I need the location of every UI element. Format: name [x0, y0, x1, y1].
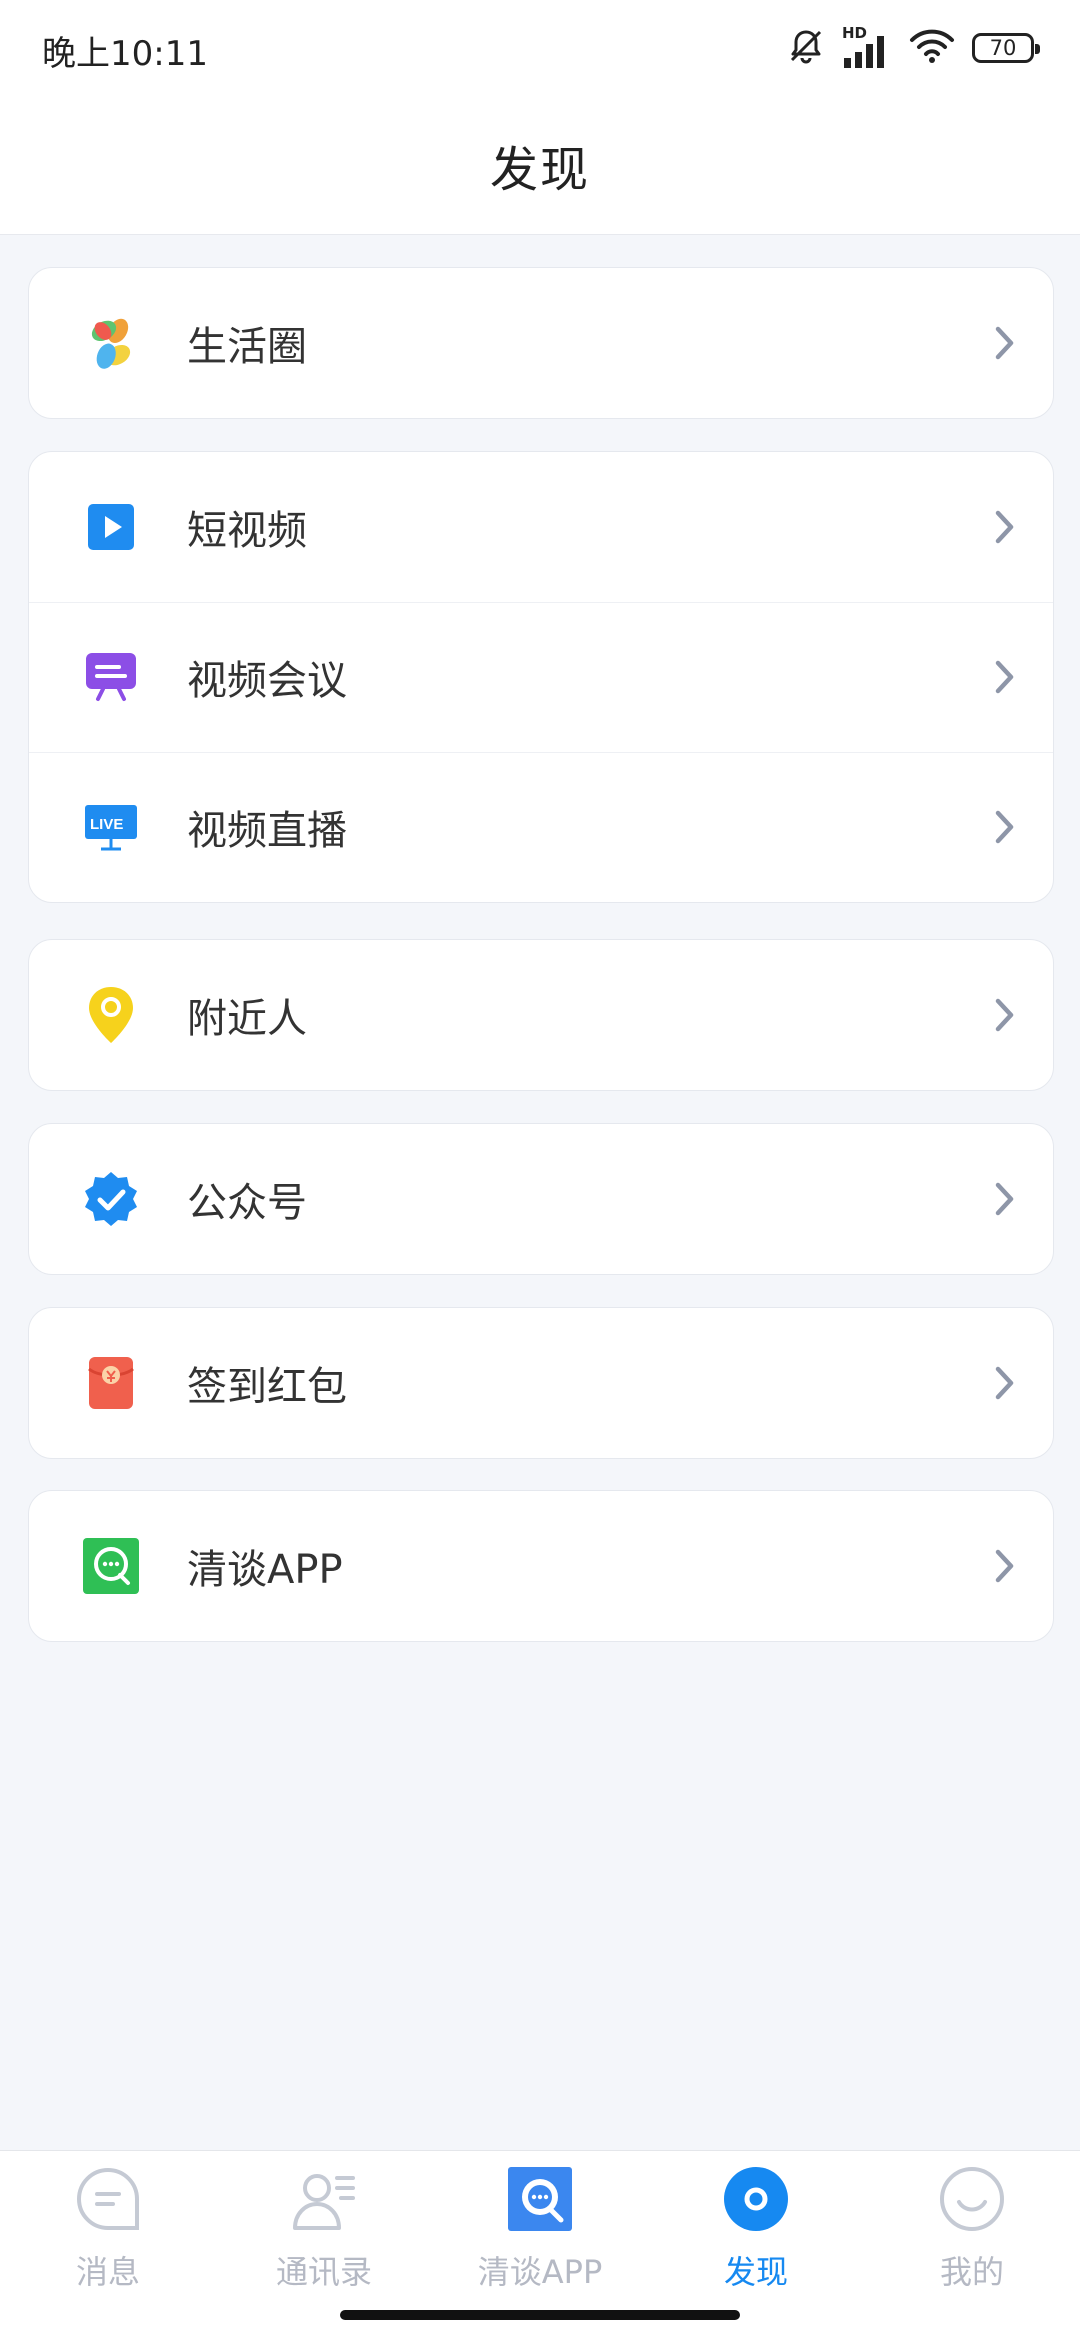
menu-item-short-video[interactable]: 短视频 — [29, 452, 1053, 602]
play-icon — [81, 497, 141, 557]
menu-item-qingtan-app[interactable]: 清谈APP — [29, 1491, 1053, 1641]
contacts-icon — [290, 2165, 358, 2233]
tab-label: 通讯录 — [275, 2253, 372, 2291]
chevron-right-icon — [985, 995, 1025, 1035]
menu-group-red-envelope: 签到红包 — [28, 1307, 1054, 1459]
menu-item-label: 视频会议 — [187, 658, 347, 704]
chevron-right-icon — [985, 1179, 1025, 1219]
status-icons: HD 70 — [786, 24, 1040, 72]
home-indicator[interactable] — [340, 2310, 740, 2320]
chat-bubble-icon — [81, 1536, 141, 1596]
status-bar: 晚上10:11 HD 70 — [0, 0, 1080, 96]
red-envelope-icon — [81, 1353, 141, 1413]
menu-item-label: 公众号 — [187, 1180, 307, 1226]
menu-item-official-accounts[interactable]: 公众号 — [29, 1124, 1053, 1274]
tab-label: 发现 — [723, 2253, 788, 2291]
battery-level: 70 — [989, 36, 1017, 60]
menu-group-video: 短视频 视频会议 LIVE 视频直播 — [28, 451, 1054, 903]
chevron-right-icon — [985, 323, 1025, 363]
menu-item-label: 短视频 — [187, 508, 307, 554]
tab-messages[interactable]: 消息 — [38, 2165, 178, 2315]
battery-icon: 70 — [972, 33, 1040, 63]
menu-item-label: 附近人 — [187, 996, 307, 1042]
chevron-right-icon — [985, 1363, 1025, 1403]
tab-discover[interactable]: 发现 — [686, 2165, 826, 2315]
menu-group-nearby: 附近人 — [28, 939, 1054, 1091]
menu-item-checkin-red-envelope[interactable]: 签到红包 — [29, 1308, 1053, 1458]
signal-icon: HD — [842, 24, 892, 70]
chevron-right-icon — [985, 507, 1025, 547]
verified-badge-icon — [81, 1169, 141, 1229]
tab-contacts[interactable]: 通讯录 — [254, 2165, 394, 2315]
message-icon — [74, 2165, 142, 2233]
tab-profile[interactable]: 我的 — [902, 2165, 1042, 2315]
chevron-right-icon — [985, 807, 1025, 847]
location-pin-icon — [81, 985, 141, 1045]
discover-icon — [722, 2165, 790, 2233]
menu-item-label: 清谈APP — [187, 1547, 343, 1593]
menu-item-live-stream[interactable]: LIVE 视频直播 — [29, 752, 1053, 902]
chat-app-icon — [506, 2165, 574, 2233]
live-icon-label: LIVE — [90, 816, 124, 833]
wifi-icon — [908, 26, 956, 70]
presentation-icon — [81, 647, 141, 707]
menu-group-official-accounts: 公众号 — [28, 1123, 1054, 1275]
menu-item-nearby-people[interactable]: 附近人 — [29, 940, 1053, 1090]
muted-bell-icon — [786, 26, 826, 70]
tab-qingtan-app[interactable]: 清谈APP — [470, 2165, 610, 2315]
menu-item-moments[interactable]: 生活圈 — [29, 268, 1053, 418]
status-time: 晚上10:11 — [42, 34, 208, 74]
menu-item-video-meeting[interactable]: 视频会议 — [29, 602, 1053, 752]
tab-label: 消息 — [75, 2253, 140, 2291]
live-icon: LIVE — [81, 797, 141, 857]
tab-label: 清谈APP — [477, 2253, 603, 2291]
menu-group-moments: 生活圈 — [28, 267, 1054, 419]
menu-item-label: 视频直播 — [187, 808, 347, 854]
menu-item-label: 签到红包 — [187, 1364, 347, 1410]
menu-group-qingtan-app: 清谈APP — [28, 1490, 1054, 1642]
page-title: 发现 — [489, 142, 590, 198]
menu-item-label: 生活圈 — [187, 324, 307, 370]
tab-label: 我的 — [939, 2253, 1004, 2291]
page-header: 发现 — [0, 96, 1080, 235]
pinwheel-icon — [81, 313, 141, 373]
chevron-right-icon — [985, 1546, 1025, 1586]
chevron-right-icon — [985, 657, 1025, 697]
profile-icon — [938, 2165, 1006, 2233]
